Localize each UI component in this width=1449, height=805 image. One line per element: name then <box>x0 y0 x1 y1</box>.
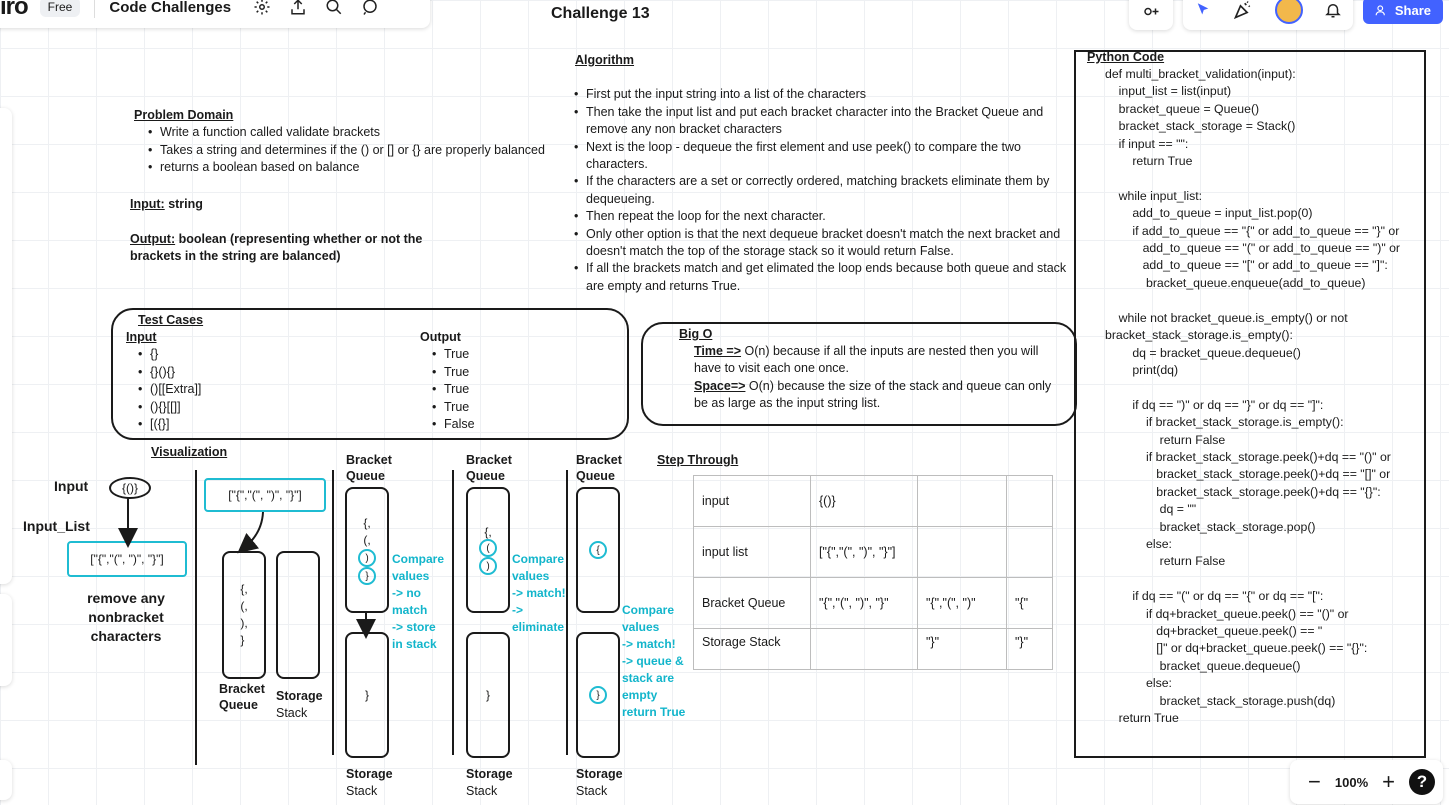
python-code-heading: Python Code <box>1087 50 1165 64</box>
step2-queue-items: {, <box>484 525 492 539</box>
arrow-list <box>237 511 264 554</box>
table-cell[interactable] <box>1006 526 1053 578</box>
step1-queue-items: {, (, <box>363 516 371 547</box>
table-cell[interactable] <box>810 628 918 670</box>
step3-stack[interactable]: } <box>576 632 620 758</box>
step2-note: Compare values -> match! -> eliminate <box>512 552 566 634</box>
step2-queue[interactable]: {, ( ) <box>466 487 510 613</box>
queue-text: Queue <box>466 469 505 483</box>
step3-note: Compare values -> match! -> queue & stac… <box>622 603 686 719</box>
step3-queue-label: Bracket Queue <box>576 452 622 484</box>
initial-storage[interactable] <box>276 551 320 679</box>
stack-text: Stack <box>576 784 608 798</box>
table-cell[interactable] <box>917 526 1007 578</box>
step-through-table[interactable]: input {()} input list ["{","(", ")", "}"… <box>693 475 1053 670</box>
bracket-text: Bracket <box>346 453 392 467</box>
queue-text: Queue <box>219 698 258 712</box>
step3-queue[interactable]: { <box>576 487 620 613</box>
step-through-heading: Step Through <box>657 453 739 467</box>
zoom-controls: − 100% + ? <box>1290 760 1443 804</box>
zoom-out-button[interactable]: − <box>1308 769 1321 795</box>
step1-queue-label: Bracket Queue <box>346 452 392 484</box>
table-cell[interactable]: input <box>693 475 811 527</box>
initial-storage-label: Storage Stack <box>276 688 323 722</box>
table-cell[interactable]: input list <box>693 526 811 578</box>
table-cell[interactable]: "{","(", ")" <box>917 577 1007 629</box>
stack-text: Stack <box>346 784 378 798</box>
table-cell[interactable]: Bracket Queue <box>693 577 811 629</box>
table-cell[interactable]: {()} <box>810 475 918 527</box>
initial-queue[interactable]: {, (, ), } <box>222 551 266 679</box>
table-row: Storage Stack "}" "}" <box>693 628 1053 670</box>
step3-circle-open-brace: { <box>589 541 607 559</box>
storage-text: Storage <box>346 767 393 781</box>
step1-circle-close-brace: } <box>358 567 376 585</box>
storage-text: Storage <box>576 767 623 781</box>
step1-stack[interactable]: } <box>345 632 389 758</box>
bracket-text: Bracket <box>466 453 512 467</box>
table-cell[interactable]: "}" <box>917 628 1007 670</box>
bracket-text: Bracket <box>219 682 265 696</box>
step1-note: Compare values -> no match -> store in s… <box>392 552 445 651</box>
table-cell[interactable]: "{","(", ")", "}" <box>810 577 918 629</box>
stack-text: Stack <box>466 784 498 798</box>
table-cell[interactable]: ["{","(", ")", "}"] <box>810 526 918 578</box>
storage-text: Storage <box>466 767 513 781</box>
step2-circle-close-paren: ) <box>479 557 497 575</box>
zoom-in-button[interactable]: + <box>1382 769 1395 795</box>
step1-stack-label: Storage Stack <box>346 766 393 800</box>
step3-circle-close-brace: } <box>589 686 607 704</box>
table-row: input {()} <box>693 475 1053 527</box>
table-cell[interactable]: "}" <box>1006 628 1053 670</box>
step2-stack-label: Storage Stack <box>466 766 513 800</box>
python-code-body: def multi_bracket_validation(input): inp… <box>1105 67 1401 726</box>
storage-text: Storage <box>276 689 323 703</box>
step2-stack[interactable]: } <box>466 632 510 758</box>
step2-queue-label: Bracket Queue <box>466 452 512 484</box>
table-cell[interactable] <box>1006 475 1053 527</box>
table-cell[interactable] <box>917 475 1007 527</box>
step1-queue[interactable]: {, (, ) } <box>345 487 389 613</box>
table-cell[interactable]: Storage Stack <box>693 628 811 670</box>
bracket-text: Bracket <box>576 453 622 467</box>
stack-text: Stack <box>276 706 308 720</box>
step3-stack-label: Storage Stack <box>576 766 623 800</box>
zoom-level[interactable]: 100% <box>1335 775 1368 790</box>
queue-text: Queue <box>576 469 615 483</box>
queue-text: Queue <box>346 469 385 483</box>
initial-queue-label: Bracket Queue <box>219 681 265 713</box>
table-row: Bracket Queue "{","(", ")", "}" "{","(",… <box>693 577 1053 629</box>
table-row: input list ["{","(", ")", "}"] <box>693 526 1053 578</box>
step1-circle-close-paren: ) <box>358 549 376 567</box>
table-cell[interactable]: "{" <box>1006 577 1053 629</box>
step2-circle-open-paren: ( <box>479 539 497 557</box>
help-button[interactable]: ? <box>1409 769 1435 795</box>
